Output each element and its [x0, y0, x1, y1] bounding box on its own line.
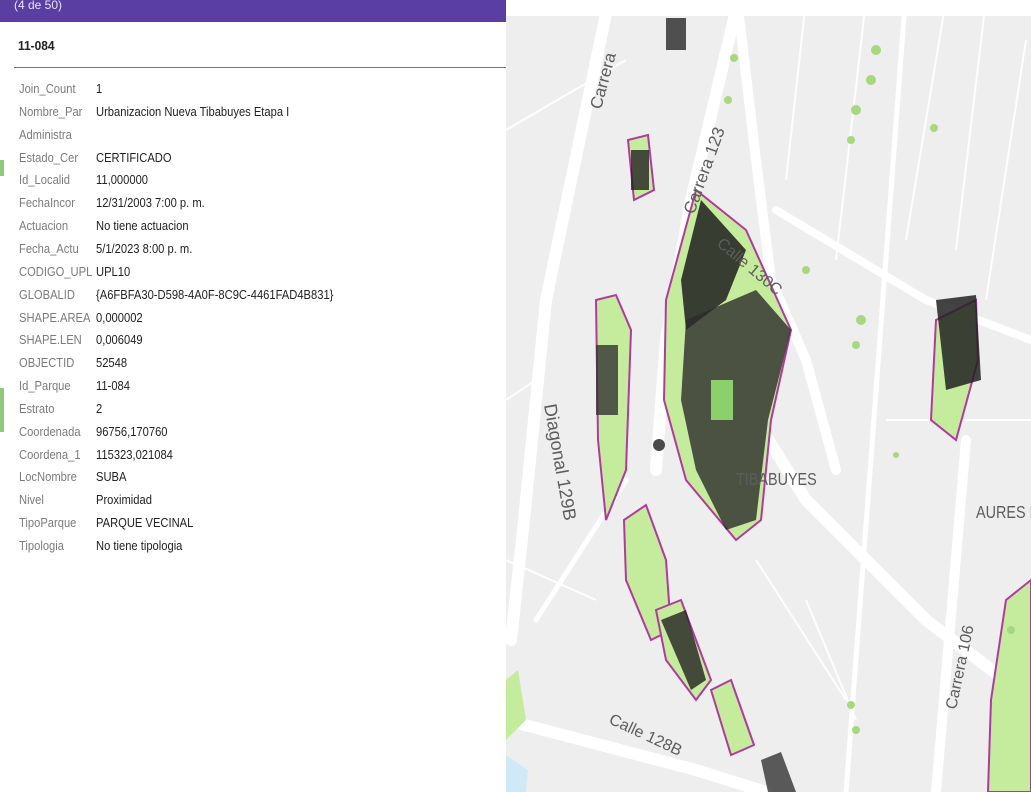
attribute-key: Actuacion — [19, 218, 69, 234]
area-label-tibabuyes: TIBABUYES — [736, 470, 817, 490]
map-view[interactable]: Carrera Carrera 123 Calle 130C Diagonal … — [506, 0, 1031, 792]
park-lawn — [711, 380, 733, 420]
attribute-key: Fecha_Actu — [19, 240, 79, 256]
attribute-value: 12/31/2003 7:00 p. m. — [96, 195, 205, 211]
attribute-value: PARQUE VECINAL — [96, 515, 194, 531]
tree-cluster — [666, 18, 686, 50]
attribute-key: Tipologia — [19, 538, 64, 553]
tree-cluster — [631, 150, 649, 190]
attribute-value: 1 — [96, 81, 103, 96]
attribute-value: UPL10 — [96, 263, 131, 279]
tree-cluster — [596, 345, 618, 415]
attribute-key: Coordena_1 — [19, 446, 81, 462]
attribute-value: 11-084 — [96, 378, 130, 394]
feature-popup: (4 de 50) 11-084 Join_Count 1 Nombre_Par Ur… — [0, 0, 506, 792]
map-edge-strip — [0, 388, 4, 432]
attribute-key: FechaIncor — [19, 195, 75, 211]
popup-title: 11-084 — [18, 38, 55, 53]
attribute-key: GLOBALID — [19, 286, 75, 302]
attribute-key: Nombre_Par — [19, 103, 83, 119]
attribute-value: 52548 — [96, 355, 128, 371]
attribute-key: SHAPE.LEN — [19, 332, 82, 348]
attribute-value: SUBA — [96, 469, 127, 485]
attribute-key: SHAPE.AREA — [19, 309, 91, 325]
attribute-key: Id_Parque — [19, 378, 71, 394]
attribute-key: OBJECTID — [19, 355, 75, 371]
attribute-value: CERTIFICADO — [96, 149, 172, 165]
attribute-key: CODIGO_UPL — [19, 263, 93, 279]
map-canvas[interactable]: Carrera Carrera 123 Calle 130C Diagonal … — [506, 0, 1031, 792]
map-top-margin — [506, 0, 1031, 16]
attribute-key: Estado_Cer — [19, 149, 79, 165]
attribute-key: LocNombre — [19, 469, 77, 485]
attribute-key: Coordenada — [19, 423, 81, 439]
attribute-value: Proximidad — [96, 492, 152, 508]
title-divider — [14, 67, 506, 68]
attribute-value: No tiene tipologia — [96, 538, 183, 553]
attribute-value: 11,000000 — [96, 172, 149, 188]
attribute-value: {A6FBFA30-D598-4A0F-8C9C-4461FAD4B831} — [96, 286, 334, 302]
attribute-key: TipoParque — [19, 515, 77, 531]
attribute-value: 115323,021084 — [96, 446, 173, 462]
attribute-key: Estrato — [19, 400, 55, 416]
attribute-key: Nivel — [19, 492, 44, 508]
attribute-value: 96756,170760 — [96, 423, 168, 439]
map-edge-strip — [0, 160, 4, 176]
feature-counter: (4 de 50) — [14, 0, 63, 12]
attribute-value: 5/1/2023 8:00 p. m. — [96, 240, 193, 256]
attribute-value: 0,000002 — [96, 309, 143, 325]
attribute-value: No tiene actuacion — [96, 218, 189, 234]
attribute-key: Id_Localid — [19, 172, 70, 188]
attribute-key: Administra — [19, 126, 72, 142]
attribute-value: Urbanizacion Nueva Tibabuyes Etapa I — [96, 103, 290, 119]
popup-header-bar: (4 de 50) — [0, 0, 506, 22]
attribute-key: Join_Count — [19, 81, 76, 96]
area-label-aures: AURES II — [976, 503, 1031, 523]
attribute-value: 2 — [96, 400, 103, 416]
location-marker — [653, 439, 665, 451]
attribute-value: 0,006049 — [96, 332, 143, 348]
